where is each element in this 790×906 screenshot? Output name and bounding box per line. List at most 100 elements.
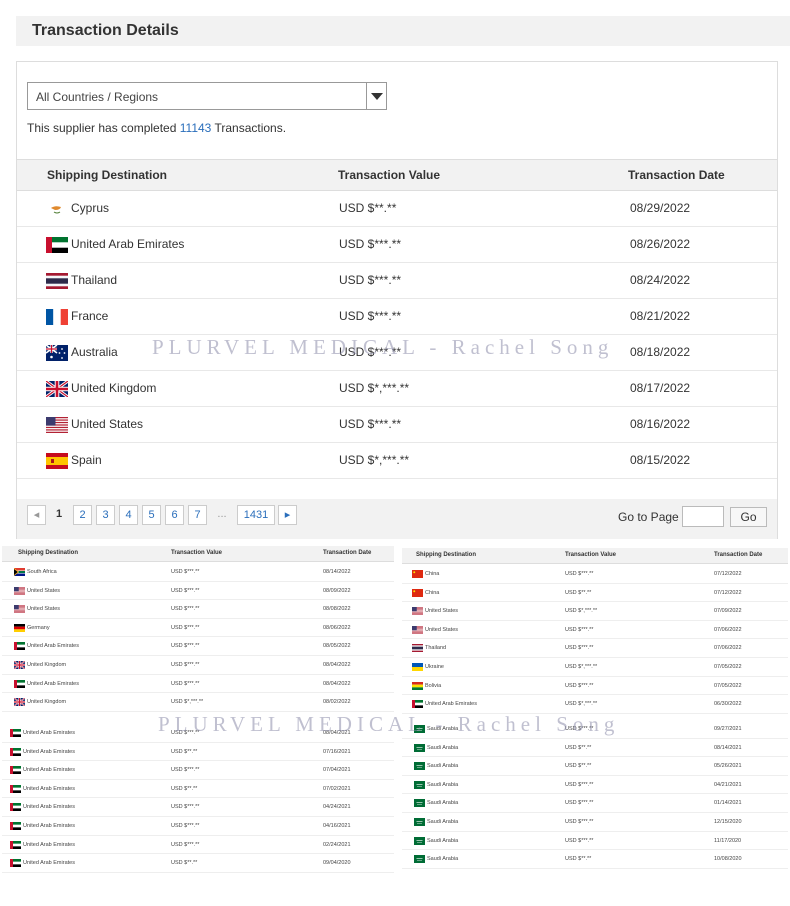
saudi-flag-icon	[414, 762, 425, 771]
mini-row-country: United Arab Emirates	[27, 680, 79, 687]
ukraine-flag-icon	[412, 663, 423, 671]
row-date: 08/18/2022	[630, 345, 691, 359]
row-country: United Kingdom	[71, 381, 157, 395]
mini-row-country: Saudi Arabia	[427, 763, 459, 770]
country-filter-select[interactable]: All Countries / Regions	[27, 82, 387, 110]
mini-row-country: United Kingdom	[27, 662, 67, 668]
list-item: United States USD $***.** 07/06/2022	[402, 621, 788, 640]
transaction-count[interactable]: 11143	[180, 121, 212, 135]
china-flag-icon	[412, 588, 423, 597]
mini-row-country: United Arab Emirates	[23, 748, 75, 755]
mini-row-date: 07/12/2022	[714, 571, 742, 577]
country-filter-value: All Countries / Regions	[36, 90, 159, 104]
france-flag-icon	[46, 309, 68, 325]
mini-row-date: 08/08/2022	[323, 606, 351, 613]
table-row: Cyprus USD $**.** 08/29/2022	[17, 191, 777, 227]
list-item: Saudi Arabia USD $***.** 04/21/2021	[402, 776, 788, 795]
uae-flag-icon	[10, 784, 21, 793]
mini-row-country: United Arab Emirates	[23, 804, 75, 811]
mini-row-date: 04/16/2021	[323, 823, 351, 829]
mini-row-value: USD $**.**	[565, 856, 592, 863]
page-1[interactable]: 1	[50, 505, 68, 525]
uae-flag-icon	[10, 803, 21, 812]
prev-page-icon[interactable]: ◂	[27, 505, 46, 525]
mini-table-header: Shipping Destination Transaction Value Tra…	[402, 548, 788, 564]
australia-flag-icon	[45, 344, 68, 361]
mini-row-value: USD $***.**	[171, 606, 200, 613]
table-row: United States USD $***.** 08/16/2022	[17, 407, 777, 443]
mini-row-date: 04/21/2021	[714, 781, 742, 788]
china-flag-icon	[412, 570, 423, 578]
table-row: Thailand USD $***.** 08/24/2022	[17, 263, 777, 299]
mini-row-country: United Arab Emirates	[23, 823, 75, 829]
uae-flag-icon	[10, 859, 21, 868]
mini-row-date: 02/24/2021	[323, 841, 351, 848]
row-country: Thailand	[71, 273, 118, 287]
mini-table-left-top: Shipping Destination Transaction Value Tra…	[2, 546, 394, 716]
mini-header-destination: Shipping Destination	[18, 550, 78, 556]
cyprus-flag-icon	[46, 201, 68, 217]
watermark-top: PLURVEL MEDICAL - Rachel Song	[152, 335, 614, 359]
mini-row-date: 07/06/2022	[714, 645, 742, 652]
mini-row-value: USD $**.**	[565, 589, 592, 596]
page-7[interactable]: 7	[188, 505, 207, 525]
mini-row-country: United States	[425, 608, 459, 615]
mini-row-value: USD $***.**	[171, 804, 200, 811]
mini-row-value: USD $*,***.**	[171, 699, 204, 706]
row-date: 08/24/2022	[630, 273, 691, 287]
page-last[interactable]: 1431	[237, 505, 275, 525]
uae-flag-icon	[10, 729, 21, 737]
list-item: United Arab Emirates USD $***.** 08/05/202…	[2, 637, 394, 656]
row-country: Australia	[71, 345, 118, 359]
mini-row-value: USD $***.**	[171, 643, 200, 650]
mini-row-country: United Arab Emirates	[23, 841, 75, 848]
row-date: 08/21/2022	[630, 309, 691, 323]
goto-page-input[interactable]	[682, 506, 724, 527]
row-country: France	[71, 309, 109, 323]
mini-row-date: 07/02/2021	[323, 785, 351, 792]
mini-row-value: USD $***.**	[565, 626, 594, 633]
page-2[interactable]: 2	[73, 505, 92, 525]
us-flag-icon	[412, 607, 423, 616]
mini-row-date: 11/17/2020	[714, 837, 742, 844]
mini-row-date: 10/08/2020	[714, 856, 742, 863]
transaction-summary: This supplier has completed 11143 Transa…	[27, 121, 287, 135]
thailand-flag-icon	[46, 273, 68, 289]
list-item: United Arab Emirates USD $*,***.** 06/30/2…	[402, 695, 788, 714]
mini-row-date: 12/15/2020	[714, 819, 742, 825]
mini-row-country: Saudi Arabia	[427, 856, 459, 863]
mini-header-destination: Shipping Destination	[416, 552, 476, 558]
mini-table-left-bottom: United Arab Emirates USD $***.** 08/04/202…	[2, 724, 394, 878]
us-flag-icon	[412, 625, 423, 634]
page-3[interactable]: 3	[96, 505, 115, 525]
watermark-bottom: PLURVEL MEDICAL - Rachel Song	[158, 712, 620, 736]
uae-flag-icon	[46, 237, 68, 253]
south-africa-flag-icon	[14, 568, 25, 576]
mini-row-value: USD $***.**	[171, 823, 200, 829]
mini-row-value: USD $***.**	[171, 662, 200, 668]
uae-flag-icon	[14, 679, 25, 688]
list-item: United States USD $***.** 08/08/2022	[2, 600, 394, 619]
go-button[interactable]: Go	[730, 507, 767, 527]
uae-flag-icon	[10, 747, 21, 756]
mini-row-country: Saudi Arabia	[427, 781, 459, 788]
dropdown-arrow-icon[interactable]	[366, 83, 386, 109]
mini-row-date: 04/24/2021	[323, 804, 351, 811]
list-item: United Kingdom USD $*,***.** 08/02/2022	[2, 693, 394, 712]
mini-row-country: United Kingdom	[27, 699, 67, 706]
page-6[interactable]: 6	[165, 505, 184, 525]
mini-row-value: USD $*,***.**	[565, 701, 598, 708]
row-date: 08/17/2022	[630, 381, 691, 395]
mini-row-value: USD $***.**	[565, 819, 594, 825]
page-4[interactable]: 4	[119, 505, 138, 525]
uae-flag-icon	[412, 700, 423, 709]
bolivia-flag-icon	[412, 681, 423, 690]
mini-row-date: 07/06/2022	[714, 626, 742, 633]
us-flag-icon	[14, 586, 25, 595]
next-page-icon[interactable]: ▸	[278, 505, 297, 525]
germany-flag-icon	[14, 623, 25, 632]
page-5[interactable]: 5	[142, 505, 161, 525]
mini-row-value: USD $***.**	[565, 837, 594, 844]
mini-row-date: 07/12/2022	[714, 589, 742, 596]
list-item: United States USD $***.** 08/09/2022	[2, 582, 394, 601]
